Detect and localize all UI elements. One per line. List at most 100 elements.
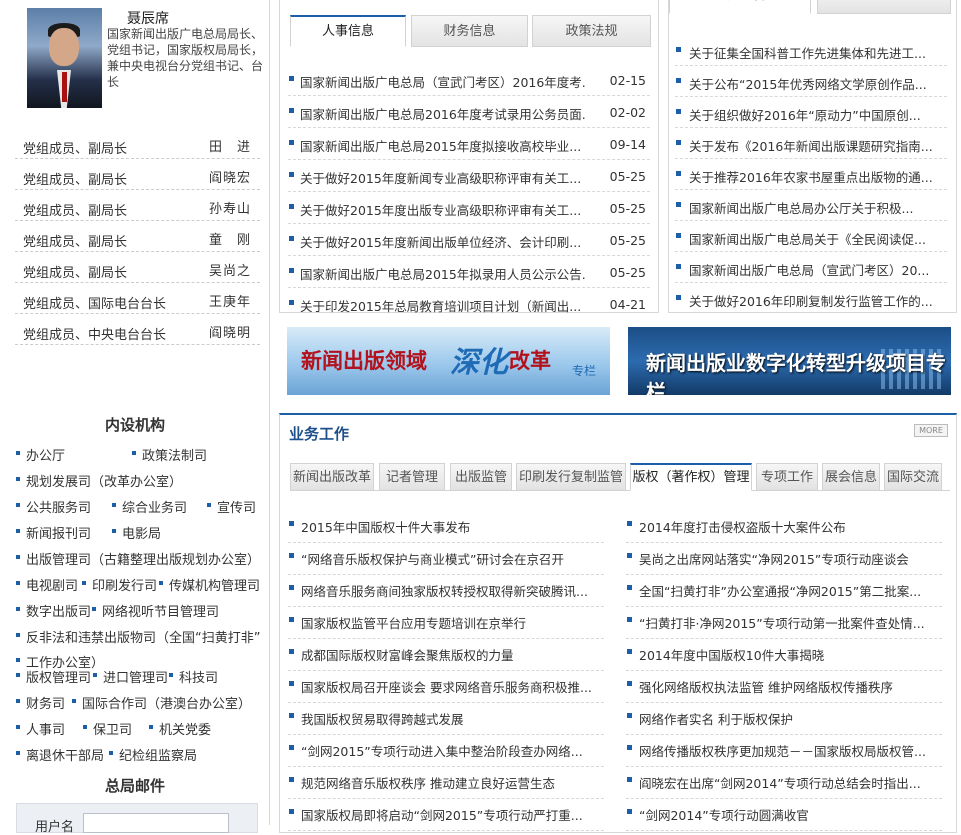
item-title[interactable]: 强化网络版权执法监管 维护网络版权传播秩序 <box>639 677 939 696</box>
list-item[interactable]: 成都国际版权财富峰会聚焦版权的力量 <box>288 639 604 671</box>
tab-reform[interactable]: 新闻出版改革 <box>290 463 374 491</box>
official-name[interactable]: 田 进 <box>209 136 251 155</box>
official-name[interactable]: 童 刚 <box>209 229 251 248</box>
item-title[interactable]: 国家版权局即将启动“剑网2015”专项行动严打重... <box>301 805 601 824</box>
list-item[interactable]: 网络作者实名 利于版权保护 <box>626 703 942 735</box>
news-title[interactable]: 国家新闻出版广电总局2016年度考试录用公务员面... <box>300 104 585 123</box>
official-row[interactable]: 党组成员、副局长 孙寿山 <box>15 190 260 221</box>
item-title[interactable]: 成都国际版权财富峰会聚焦版权的力量 <box>301 645 601 664</box>
digital-transformation-banner[interactable]: 新闻出版业数字化转型升级项目专栏 <box>628 327 951 395</box>
announce-title[interactable]: 国家新闻出版广电总局办公厅关于积极... <box>689 198 934 217</box>
item-title[interactable]: 我国版权贸易取得跨越式发展 <box>301 709 601 728</box>
dept-link[interactable]: 电视剧司 <box>15 575 78 594</box>
tab-public-notice[interactable]: 网上公示 <box>817 0 951 14</box>
news-title[interactable]: 关于做好2015年度新闻专业高级职称评审有关工... <box>300 168 585 187</box>
announce-item[interactable]: 关于推荐2016年农家书屋重点出版物的通... <box>675 159 947 190</box>
news-title[interactable]: 国家新闻出版广电总局2015年度拟接收高校毕业... <box>300 136 585 155</box>
official-name[interactable]: 吴尚之 <box>209 260 251 279</box>
announce-title[interactable]: 关于公布“2015年优秀网络文学原创作品... <box>689 74 934 93</box>
tab-exhibition[interactable]: 展会信息 <box>822 463 880 491</box>
leader-name[interactable]: 聂辰席 <box>127 8 169 28</box>
list-item[interactable]: 网络传播版权秩序更加规范－－国家版权局版权管... <box>626 735 942 767</box>
list-item[interactable]: 阎晓宏在出席“剑网2014”专项行动总结会时指出... <box>626 767 942 799</box>
official-name[interactable]: 阎晓明 <box>209 322 251 341</box>
tab-copyright[interactable]: 版权（著作权）管理 <box>630 463 752 491</box>
official-row[interactable]: 党组成员、副局长 田 进 <box>15 128 260 159</box>
news-item[interactable]: 国家新闻出版广电总局2015年拟录用人员公示公告... 05-25 <box>288 256 650 288</box>
leader-photo[interactable] <box>27 8 102 108</box>
announce-item[interactable]: 关于公布“2015年优秀网络文学原创作品... <box>675 66 947 97</box>
announce-title[interactable]: 国家新闻出版广电总局关于《全民阅读促... <box>689 229 934 248</box>
list-item[interactable]: 国家版权局召开座谈会 要求网络音乐服务商积极推... <box>288 671 604 703</box>
tab-personnel[interactable]: 人事信息 <box>290 15 406 47</box>
dept-link[interactable]: 公共服务司 <box>15 497 91 516</box>
dept-link[interactable]: 规划发展司（改革办公室） <box>15 471 182 490</box>
news-item[interactable]: 国家新闻出版广电总局2015年度拟接收高校毕业... 09-14 <box>288 128 650 160</box>
dept-link[interactable]: 宣传司 <box>206 497 256 516</box>
announce-title[interactable]: 关于组织做好2016年“原动力”中国原创... <box>689 105 934 124</box>
dept-link[interactable]: 电影局 <box>111 523 161 542</box>
news-title[interactable]: 关于印发2015年总局教育培训项目计划（新闻出... <box>300 296 585 315</box>
item-title[interactable]: 2014年度打击侵权盗版十大案件公布 <box>639 517 939 536</box>
dept-link[interactable]: 数字出版司 <box>15 601 91 620</box>
tab-special-work[interactable]: 专项工作 <box>756 463 818 491</box>
announce-title[interactable]: 关于做好2016年印刷复制发行监管工作的... <box>689 291 934 310</box>
item-title[interactable]: 网络作者实名 利于版权保护 <box>639 709 939 728</box>
item-title[interactable]: “网络音乐版权保护与商业模式”研讨会在京召开 <box>301 549 601 568</box>
list-item[interactable]: 我国版权贸易取得跨越式发展 <box>288 703 604 735</box>
announce-item[interactable]: 关于做好2016年印刷复制发行监管工作的... <box>675 283 947 314</box>
dept-link[interactable]: 办公厅 <box>15 445 65 464</box>
news-title[interactable]: 关于做好2015年度新闻出版单位经济、会计印刷... <box>300 232 585 251</box>
dept-link[interactable]: 纪检组监察局 <box>108 745 197 764</box>
item-title[interactable]: 2015年中国版权十件大事发布 <box>301 517 601 536</box>
item-title[interactable]: 2014年度中国版权10件大事揭晓 <box>639 645 939 664</box>
item-title[interactable]: 国家版权监管平台应用专题培训在京举行 <box>301 613 601 632</box>
tab-printing-supervision[interactable]: 印刷发行复制监管 <box>516 463 626 491</box>
list-item[interactable]: “剑网2014”专项行动圆满收官 <box>626 799 942 831</box>
tab-finance[interactable]: 财务信息 <box>411 15 528 47</box>
announce-title[interactable]: 关于推荐2016年农家书屋重点出版物的通... <box>689 167 934 186</box>
item-title[interactable]: 国家版权局召开座谈会 要求网络音乐服务商积极推... <box>301 677 601 696</box>
list-item[interactable]: 国家版权局即将启动“剑网2015”专项行动严打重... <box>288 799 604 831</box>
dept-link[interactable]: 网络视听节目管理司 <box>91 601 219 620</box>
news-item[interactable]: 国家新闻出版广电总局2016年度考试录用公务员面... 02-02 <box>288 96 650 128</box>
official-row[interactable]: 党组成员、副局长 童 刚 <box>15 221 260 252</box>
dept-link[interactable]: 版权管理司 <box>15 667 91 686</box>
dept-link[interactable]: 印刷发行司 <box>81 575 157 594</box>
item-title[interactable]: “剑网2014”专项行动圆满收官 <box>639 805 939 824</box>
dept-link[interactable]: 进口管理司 <box>92 667 168 686</box>
tab-policy[interactable]: 政策法规 <box>532 15 651 47</box>
announce-item[interactable]: 关于发布《2016年新闻出版课题研究指南... <box>675 128 947 159</box>
announce-item[interactable]: 国家新闻出版广电总局办公厅关于积极... <box>675 190 947 221</box>
dept-link[interactable]: 新闻报刊司 <box>15 523 91 542</box>
list-item[interactable]: 全国“扫黄打非”办公室通报“净网2015”第二批案... <box>626 575 942 607</box>
reform-column-banner[interactable]: 新闻出版领域 深化 改革 专栏 <box>287 327 610 395</box>
dept-link[interactable]: 政策法制司 <box>131 445 207 464</box>
dept-link[interactable]: 综合业务司 <box>111 497 187 516</box>
news-title[interactable]: 国家新闻出版广电总局2015年拟录用人员公示公告... <box>300 264 585 283</box>
list-item[interactable]: “剑网2015”专项行动进入集中整治阶段查办网络... <box>288 735 604 767</box>
dept-link[interactable]: 科技司 <box>168 667 218 686</box>
item-title[interactable]: 规范网络音乐版权秩序 推动建立良好运营生态 <box>301 773 601 792</box>
news-item[interactable]: 关于印发2015年总局教育培训项目计划（新闻出... 04-21 <box>288 288 650 320</box>
official-name[interactable]: 阎晓宏 <box>209 167 251 186</box>
username-input[interactable] <box>83 813 229 833</box>
announce-item[interactable]: 关于组织做好2016年“原动力”中国原创... <box>675 97 947 128</box>
leader-photo-wrap[interactable] <box>27 8 102 108</box>
dept-link[interactable]: 保卫司 <box>82 719 132 738</box>
official-row[interactable]: 党组成员、中央电台台长 阎晓明 <box>15 314 260 345</box>
item-title[interactable]: 网络传播版权秩序更加规范－－国家版权局版权管... <box>639 741 939 760</box>
tab-notices[interactable]: 通知公告 <box>669 0 811 14</box>
announce-item[interactable]: 关于征集全国科普工作先进集体和先进工... <box>675 35 947 66</box>
list-item[interactable]: 2015年中国版权十件大事发布 <box>288 511 604 543</box>
dept-link[interactable]: 出版管理司（古籍整理出版规划办公室） <box>15 549 260 568</box>
announce-item[interactable]: 国家新闻出版广电总局关于《全民阅读促... <box>675 221 947 252</box>
item-title[interactable]: “剑网2015”专项行动进入集中整治阶段查办网络... <box>301 741 601 760</box>
dept-link[interactable]: 人事司 <box>15 719 65 738</box>
official-row[interactable]: 党组成员、副局长 吴尚之 <box>15 252 260 283</box>
list-item[interactable]: 2014年度中国版权10件大事揭晓 <box>626 639 942 671</box>
news-title[interactable]: 国家新闻出版广电总局（宣武门考区）2016年度考... <box>300 72 585 91</box>
list-item[interactable]: 网络音乐服务商间独家版权转授权取得新突破腾讯... <box>288 575 604 607</box>
news-item[interactable]: 关于做好2015年度新闻出版单位经济、会计印刷... 05-25 <box>288 224 650 256</box>
list-item[interactable]: 2014年度打击侵权盗版十大案件公布 <box>626 511 942 543</box>
